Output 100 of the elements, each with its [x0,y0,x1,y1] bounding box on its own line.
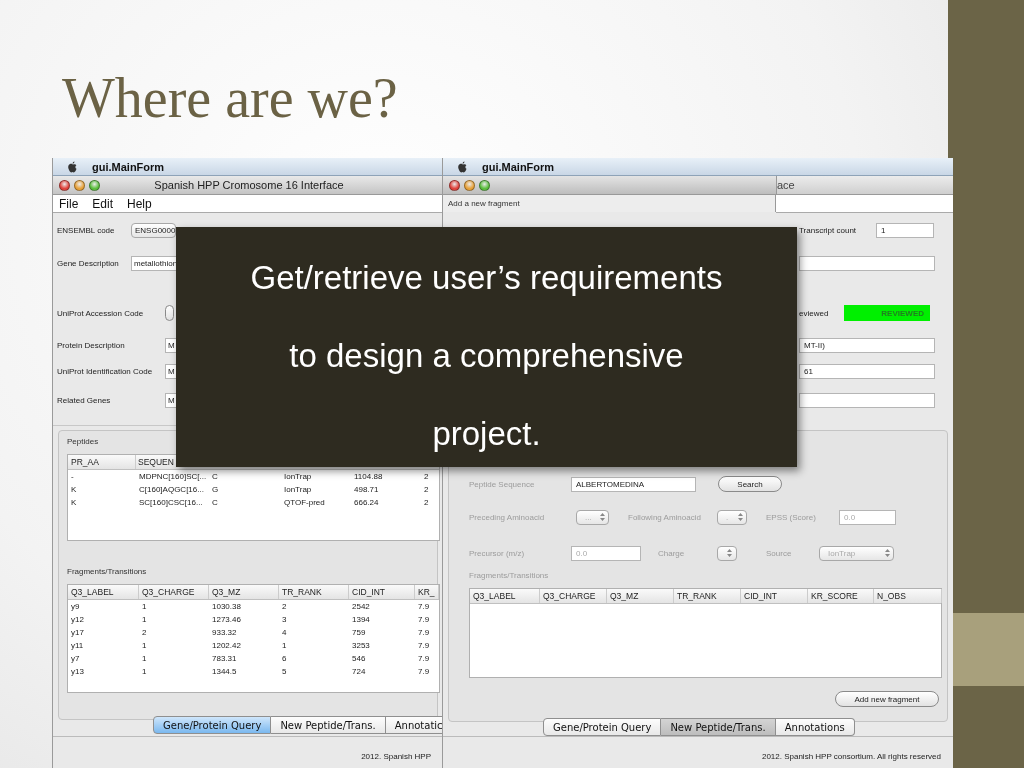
table-cell-text: 7.9 [417,615,431,624]
table-cell-text: 1 [141,602,148,611]
close-button[interactable] [449,179,460,191]
table-cell-text: 1104.88 [353,472,384,481]
table-cell-text: 2 [281,602,288,611]
column-header[interactable]: CID_INT [349,585,415,599]
field-label: Protein Description [57,340,126,350]
window-title: Spanish HPP Cromosome 16 Interface [153,179,345,191]
table-cell-text: 1 [141,654,148,663]
field-label: Gene Description [57,258,120,268]
table-cell-text: 2 [423,498,430,507]
table-cell-text: y11 [70,641,85,650]
stepper-icon[interactable] [737,512,744,522]
field-label: UniProt Identification Code [57,366,154,376]
table-cell-text: 4 [281,628,288,637]
table-cell-text: y17 [70,628,85,637]
section-label: Peptides [67,437,100,446]
tab[interactable]: New Peptide/Trans. [271,716,386,734]
table-cell-text: 1 [141,641,148,650]
close-button[interactable] [59,179,70,191]
minimize-button[interactable] [74,179,85,191]
table-cell-text: 666.24 [353,498,380,507]
apple-icon [67,160,78,173]
section-label: Fragments/Transitions [469,571,550,580]
text-field[interactable] [799,255,935,271]
app-menu-name[interactable]: gui.MainForm [92,160,165,173]
menu-item[interactable]: Edit [92,196,114,211]
column-header[interactable]: TR_RANK [279,585,349,599]
app-menu-name[interactable]: gui.MainForm [482,160,555,173]
spinner[interactable] [717,545,737,561]
text-field[interactable]: MT-II) [799,337,935,353]
apple-icon [457,160,468,173]
stepper-icon[interactable] [726,548,733,558]
table-cell-text: 1030.38 [211,602,242,611]
field-label: Preceding Aminoacid [469,512,546,522]
field-label: Transcript count [799,225,858,235]
tab[interactable]: Annotatic [385,716,443,734]
slide-title: Where are we? [61,66,399,130]
field-label: EPSS (Score) [766,512,817,522]
table-cell-text: 498.71 [353,485,380,494]
minimize-button[interactable] [464,179,475,191]
text-field[interactable]: M [165,363,177,379]
field-label: Following Aminoacid [628,512,702,522]
column-header[interactable]: Q3_LABEL [68,585,139,599]
table-cell-text: 759 [351,628,367,637]
table-cell-text: 783.31 [211,654,238,663]
tab[interactable]: Annotations [775,718,855,736]
tab[interactable]: Gene/Protein Query [543,718,662,736]
column-header[interactable]: PR_AA [68,455,136,469]
table-cell-text: 1 [141,615,148,624]
menu-item[interactable]: File [59,196,79,211]
table-cell-text: 7.9 [417,654,431,663]
text-field[interactable]: metallothion [131,255,178,271]
table-cell-text: y12 [70,615,85,624]
field-label: ENSEMBL code [57,225,116,235]
table-cell-text: SC[160]CSC[16... [138,498,204,507]
text-field[interactable] [799,392,935,408]
table-cell-text: 7.9 [417,641,431,650]
stepper-icon[interactable] [884,548,891,558]
table-cell-text: C [211,498,219,507]
tab[interactable]: Gene/Protein Query [153,716,272,734]
column-header[interactable]: SEQUEN [136,455,176,469]
zoom-button[interactable] [479,179,490,191]
text-field[interactable]: M [165,392,177,408]
table-cell-text: IonTrap [283,472,313,481]
field-label: Precursor (m/z) [469,548,526,558]
table-cell-text: 7.9 [417,628,431,637]
table-cell-text: IonTrap [283,485,313,494]
table-cell-text: y7 [70,654,81,663]
table-cell-text: K [70,485,78,494]
zoom-button[interactable] [89,179,100,191]
text-field[interactable]: 61 [799,363,935,379]
tab[interactable]: New Peptide/Trans. [661,718,776,736]
menu-item[interactable]: Help [127,196,152,211]
table-cell-text: 2542 [351,602,371,611]
table-cell-text: 1202.42 [211,641,242,650]
table-cell-text: 7.9 [417,602,431,611]
column-header[interactable]: Q3_MZ [209,585,279,599]
window-title: ace [777,179,795,191]
table-cell-text: C [211,472,219,481]
lookup-button[interactable] [165,305,174,321]
table-cell-text: 2 [423,472,430,481]
field-label: Related Genes [57,395,112,405]
code-dropdown[interactable]: ENSG0000 [131,222,176,238]
table-cell-text: MDPNC[160]SC[... [138,472,208,481]
section-label: Fragments/Transitions [67,567,148,576]
field-label: eviewed [799,308,830,318]
stepper-icon[interactable] [599,512,606,522]
status-text: 2012. Spanish HPP consortium. All rights reserved [761,752,941,761]
table-cell-text: 2 [141,628,148,637]
table-cell-text: 933.32 [211,628,238,637]
text-field[interactable]: 1 [876,222,934,238]
table-cell-text: K [70,498,78,507]
table-cell-text: 3 [281,615,288,624]
column-header[interactable]: KR_ [415,585,439,599]
dialog-title: Add a new fragment [448,199,520,208]
table-cell-text: C[160]AQGC[16... [138,485,205,494]
text-field[interactable]: M [165,337,177,353]
table-cell-text: G [211,485,220,494]
column-header[interactable]: Q3_CHARGE [139,585,209,599]
